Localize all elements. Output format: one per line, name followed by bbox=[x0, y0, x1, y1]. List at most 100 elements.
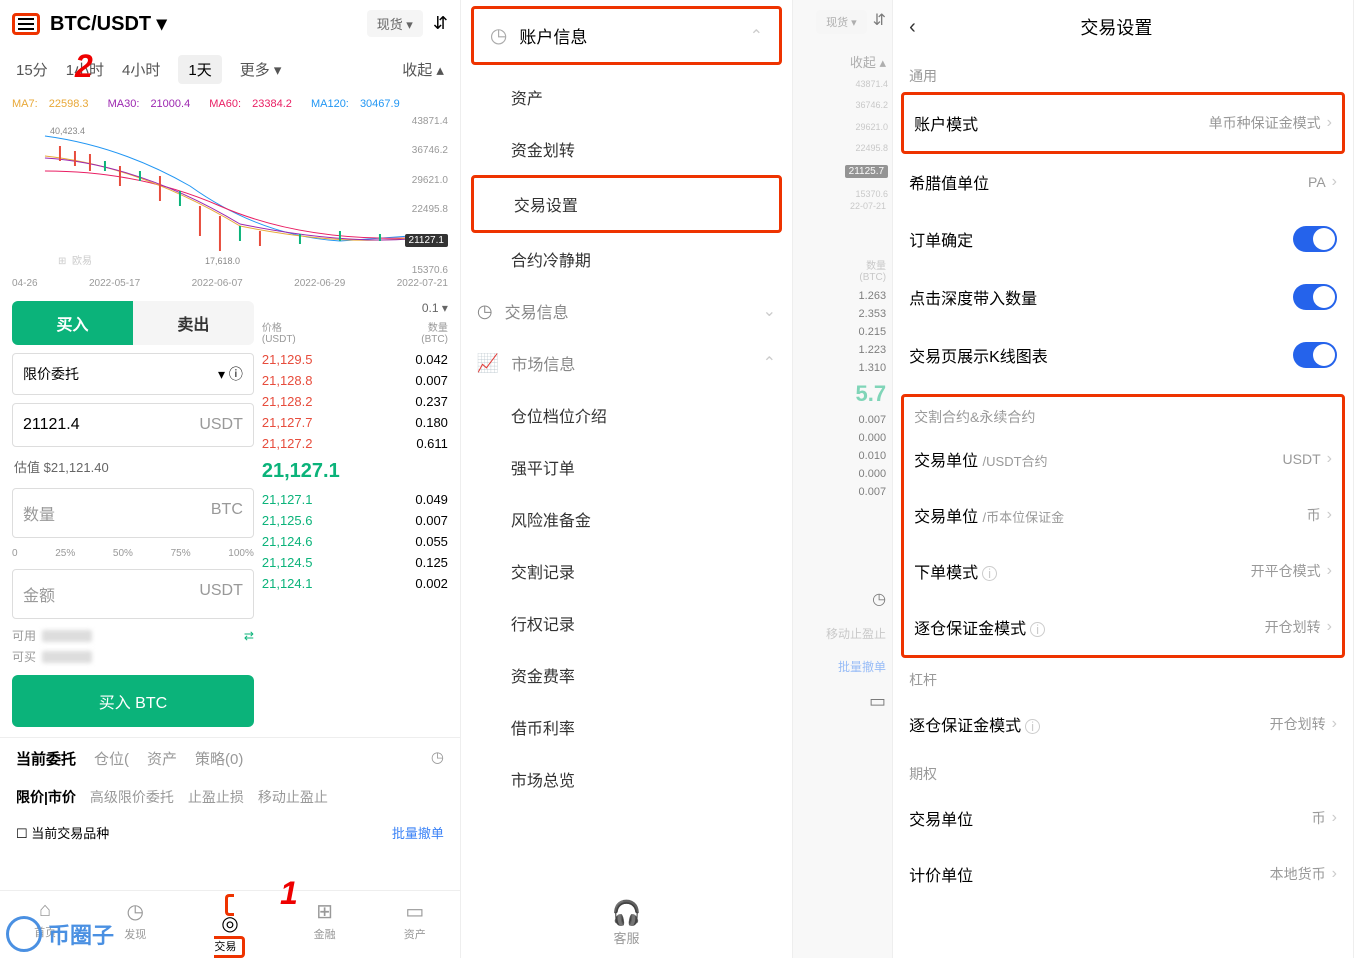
ask-row[interactable]: 21,128.80.007 bbox=[262, 370, 448, 391]
info-icon[interactable]: i bbox=[1025, 719, 1040, 734]
subtab-limit[interactable]: 限价|市价 bbox=[16, 787, 76, 807]
menu-liquidation[interactable]: 强平订单 bbox=[461, 441, 792, 493]
nav-trade[interactable]: ◎交易 bbox=[214, 899, 245, 954]
nav-discover[interactable]: ◷发现 bbox=[124, 899, 146, 954]
ask-row[interactable]: 1.223 bbox=[793, 341, 892, 359]
menu-overview[interactable]: 市场总览 bbox=[461, 753, 792, 805]
ask-row[interactable]: 2.353 bbox=[793, 305, 892, 323]
chevron-right-icon: › bbox=[1332, 715, 1337, 733]
wallet-icon[interactable]: ▭ bbox=[793, 683, 892, 720]
ask-row[interactable]: 21,127.70.180 bbox=[262, 412, 448, 433]
percentage-slider[interactable]: 025% 50%75% 100% bbox=[12, 544, 254, 569]
quantity-input[interactable]: 数量BTC bbox=[12, 488, 254, 538]
row-account-mode[interactable]: 账户模式 单币种保证金模式 › bbox=[904, 95, 1342, 151]
x-axis-labels: 04-262022-05-17 2022-06-072022-06-29 202… bbox=[0, 276, 460, 291]
subtab-advanced[interactable]: 高级限价委托 bbox=[90, 787, 174, 807]
row-trade-unit-coin[interactable]: 交易单位 /币本位保证金 币 › bbox=[904, 487, 1342, 543]
bid-row[interactable]: 0.000 bbox=[793, 429, 892, 447]
swap-icon[interactable]: ⇄ bbox=[244, 629, 254, 643]
row-isolated-margin-lev[interactable]: 逐仓保证金模式i 开仓划转 › bbox=[893, 696, 1353, 752]
bid-row[interactable]: 21,124.60.055 bbox=[262, 531, 448, 552]
subtab-stop[interactable]: 止盈止损 bbox=[188, 787, 244, 807]
row-option-unit[interactable]: 交易单位 币 › bbox=[893, 790, 1353, 846]
chart-settings-icon[interactable]: ⇵ bbox=[433, 13, 448, 34]
menu-exercise[interactable]: 行权记录 bbox=[461, 597, 792, 649]
market-type-pill[interactable]: 现货 ▾ bbox=[816, 10, 867, 34]
tab-assets[interactable]: 资产 bbox=[147, 748, 177, 769]
row-isolated-margin[interactable]: 逐仓保证金模式i 开仓划转 › bbox=[904, 599, 1342, 655]
ask-row[interactable]: 21,127.20.611 bbox=[262, 433, 448, 454]
tab-strategy[interactable]: 策略(0) bbox=[195, 748, 243, 769]
menu-cooling[interactable]: 合约冷静期 bbox=[461, 233, 792, 285]
row-greek-unit[interactable]: 希腊值单位 PA › bbox=[893, 154, 1353, 210]
bid-row[interactable]: 0.010 bbox=[793, 447, 892, 465]
market-type-pill[interactable]: 现货 ▾ bbox=[367, 10, 423, 37]
ask-row[interactable]: 1.310 bbox=[793, 359, 892, 377]
bid-row[interactable]: 0.007 bbox=[793, 411, 892, 429]
menu-trade-settings[interactable]: 交易设置 bbox=[471, 175, 782, 233]
history-icon[interactable]: ◷ bbox=[793, 581, 892, 617]
row-order-mode[interactable]: 下单模式i 开平仓模式 › bbox=[904, 543, 1342, 599]
ask-row[interactable]: 21,129.50.042 bbox=[262, 349, 448, 370]
back-icon[interactable]: ‹ bbox=[909, 16, 916, 39]
bid-row[interactable]: 0.007 bbox=[793, 483, 892, 501]
row-order-confirm[interactable]: 订单确定 bbox=[893, 210, 1353, 268]
history-icon[interactable]: ◷ bbox=[431, 748, 444, 769]
market-info-section[interactable]: 📈 市场信息 ⌃ bbox=[461, 337, 792, 389]
row-trade-unit-usdt[interactable]: 交易单位 /USDT合约 USDT › bbox=[904, 431, 1342, 487]
trade-info-section[interactable]: ◷ 交易信息 ⌄ bbox=[461, 285, 792, 337]
orderbook-step[interactable]: 0.1 ▾ bbox=[262, 301, 448, 319]
order-type-select[interactable]: 限价委托▾ ⓘ bbox=[12, 353, 254, 395]
candlestick-chart[interactable]: 40,423.4 17,618.0 ⊞ 欧易 43871.4 3 bbox=[8, 116, 452, 276]
menu-delivery[interactable]: 交割记录 bbox=[461, 545, 792, 597]
sell-tab[interactable]: 卖出 bbox=[133, 301, 254, 345]
chart-icon: 📈 bbox=[477, 353, 499, 374]
price-input[interactable]: 21121.4 USDT bbox=[12, 403, 254, 447]
menu-position-tier[interactable]: 仓位档位介绍 bbox=[461, 389, 792, 441]
tf-1d[interactable]: 1天 bbox=[178, 55, 221, 84]
bid-row[interactable]: 21,127.10.049 bbox=[262, 489, 448, 510]
tf-more[interactable]: 更多 ▾ bbox=[240, 59, 282, 80]
subtab-trailing[interactable]: 移动止盈止 bbox=[258, 787, 328, 807]
info-icon[interactable]: i bbox=[1030, 622, 1045, 637]
amount-input[interactable]: 金额USDT bbox=[12, 569, 254, 619]
ask-row[interactable]: 21,128.20.237 bbox=[262, 391, 448, 412]
ask-row[interactable]: 1.263 bbox=[793, 287, 892, 305]
account-info-header[interactable]: ◷ 账户信息 ⌃ bbox=[471, 6, 782, 65]
toggle-switch[interactable] bbox=[1293, 284, 1337, 310]
collapse-chart[interactable]: 收起 ▴ bbox=[793, 44, 892, 79]
current-symbol-checkbox[interactable]: ☐ 当前交易品种 bbox=[16, 823, 109, 842]
ask-row[interactable]: 0.215 bbox=[793, 323, 892, 341]
tf-4h[interactable]: 4小时 bbox=[122, 59, 160, 80]
menu-transfer[interactable]: 资金划转 bbox=[461, 123, 792, 175]
toggle-switch[interactable] bbox=[1293, 342, 1337, 368]
row-show-kline[interactable]: 交易页展示K线图表 bbox=[893, 326, 1353, 384]
menu-assets[interactable]: 资产 bbox=[461, 71, 792, 123]
row-quote-unit[interactable]: 计价单位 本地货币 › bbox=[893, 846, 1353, 902]
menu-icon[interactable] bbox=[12, 13, 40, 35]
batch-cancel-link[interactable]: 批量撤单 bbox=[392, 823, 444, 842]
chart-settings-icon[interactable]: ⇵ bbox=[873, 10, 886, 34]
collapse-chart[interactable]: 收起 ▴ bbox=[402, 59, 444, 80]
page-title: 交易设置 bbox=[916, 14, 1317, 40]
toggle-switch[interactable] bbox=[1293, 226, 1337, 252]
nav-finance[interactable]: ⊞金融 bbox=[314, 899, 336, 954]
bid-row[interactable]: 0.000 bbox=[793, 465, 892, 483]
buy-button[interactable]: 买入 BTC bbox=[12, 675, 254, 727]
menu-borrow-rate[interactable]: 借币利率 bbox=[461, 701, 792, 753]
bid-row[interactable]: 21,125.60.007 bbox=[262, 510, 448, 531]
menu-insurance[interactable]: 风险准备金 bbox=[461, 493, 792, 545]
bid-row[interactable]: 21,124.50.125 bbox=[262, 552, 448, 573]
menu-funding[interactable]: 资金费率 bbox=[461, 649, 792, 701]
bid-row[interactable]: 21,124.10.002 bbox=[262, 573, 448, 594]
pair-selector[interactable]: BTC/USDT ▾ bbox=[50, 11, 357, 36]
batch-cancel-link[interactable]: 批量撤单 bbox=[793, 650, 892, 683]
info-icon[interactable]: i bbox=[982, 566, 997, 581]
customer-service[interactable]: 🎧 客服 bbox=[461, 899, 792, 948]
tf-15m[interactable]: 15分 bbox=[16, 59, 48, 80]
row-depth-qty[interactable]: 点击深度带入数量 bbox=[893, 268, 1353, 326]
tab-orders[interactable]: 当前委托 bbox=[16, 748, 76, 769]
tab-positions[interactable]: 仓位( bbox=[94, 748, 129, 769]
nav-assets[interactable]: ▭资产 bbox=[404, 899, 426, 954]
buy-tab[interactable]: 买入 bbox=[12, 301, 133, 345]
